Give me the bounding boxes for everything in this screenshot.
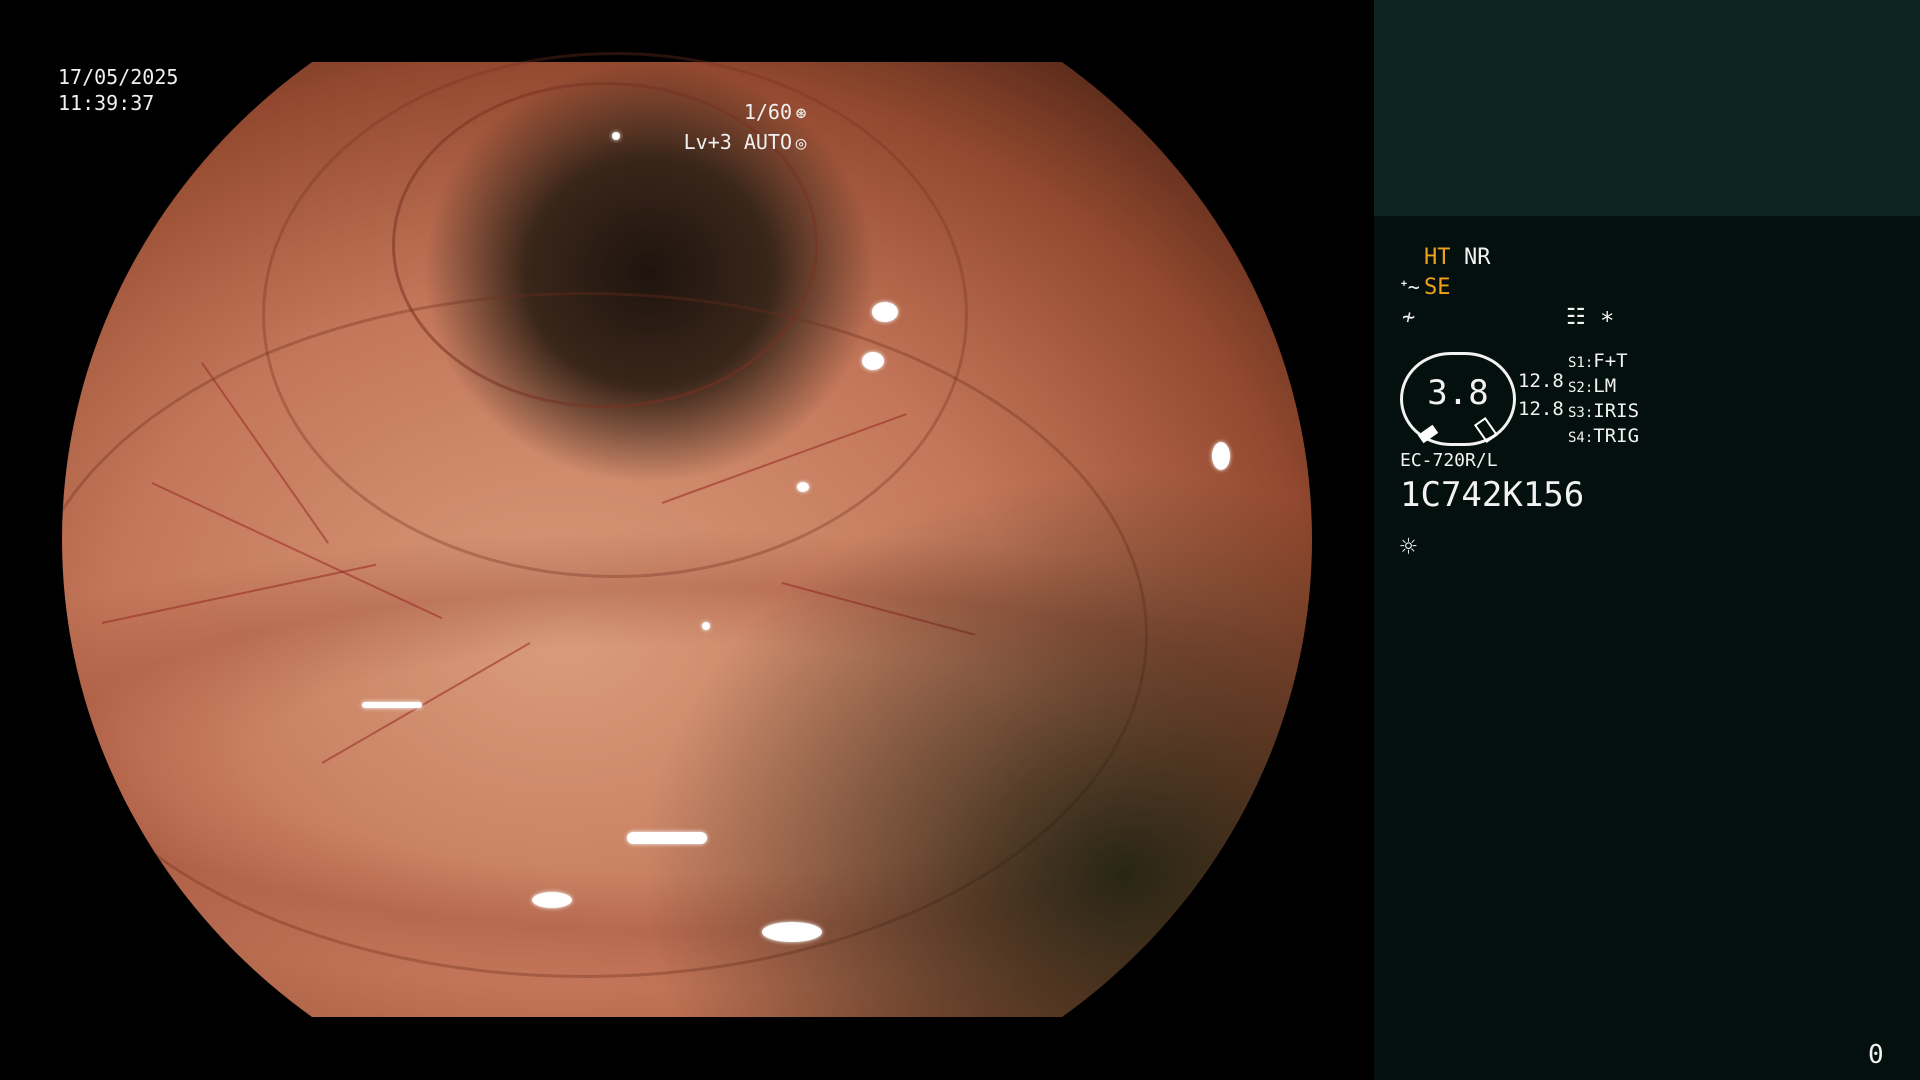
gauge-scale-bottom: 12.8 [1518,398,1564,420]
shutter-speed-label: 1/60 [743,100,792,124]
lamp-sun-icon: ☼ [1400,530,1417,563]
exposure-mode-label: AUTO [743,130,792,154]
time-label: 11:39:37 [58,91,155,115]
switch-row: S4:TRIG [1568,425,1639,450]
switch-value: TRIG [1593,425,1640,447]
gauge-value: 3.8 [1427,373,1489,413]
gauge-dial: 3.8 [1400,352,1516,446]
enhancement-icon: ᐩ~ [1400,275,1420,299]
filter-icon: ≁ [1402,305,1416,330]
brightness-level-label: Lv+3 [683,130,732,154]
exposure-readout: 1/60 ⊛ Lv+3 AUTO ◎ [684,98,810,158]
switch-key: S3: [1568,405,1594,421]
date-label: 17/05/2025 [58,65,179,89]
aperture-icon: ⊛ [795,103,807,124]
ht-indicator: HT [1424,245,1451,270]
switch-value: F+T [1593,350,1628,372]
endoscope-video-area: 17/05/2025 11:39:37 1/60 ⊛ Lv+3 AUTO ◎ [0,0,1374,1080]
switch-key: S4: [1568,430,1594,446]
panel-header-area [1374,0,1920,216]
switch-key: S2: [1568,380,1594,396]
scope-model-label: EC-720R/L [1400,450,1498,471]
endoscopic-image [62,52,1312,1017]
page-number: 0 [1868,1040,1884,1070]
scope-serial-label: 1C742K156 [1400,475,1585,515]
datetime-display: 17/05/2025 11:39:37 [58,64,178,116]
gauge-scale-top: 12.8 [1518,370,1564,392]
switch-key: S1: [1568,355,1594,371]
switch-row: S2:LM [1568,375,1639,400]
switch-row: S3:IRIS [1568,400,1639,425]
se-indicator: SE [1424,275,1451,300]
switch-value: LM [1593,375,1617,397]
asterisk-label: * [1600,307,1615,335]
status-panel [1374,0,1920,1080]
auto-exposure-icon: ◎ [795,133,807,154]
switch-list: S1:F+T S2:LM S3:IRIS S4:TRIG [1568,350,1639,450]
switch-value: IRIS [1593,400,1640,422]
settings-list-icon: ☷ [1566,305,1586,330]
gauge-left-indicator [1417,424,1439,444]
nr-indicator: NR [1464,245,1491,270]
switch-row: S1:F+T [1568,350,1639,375]
